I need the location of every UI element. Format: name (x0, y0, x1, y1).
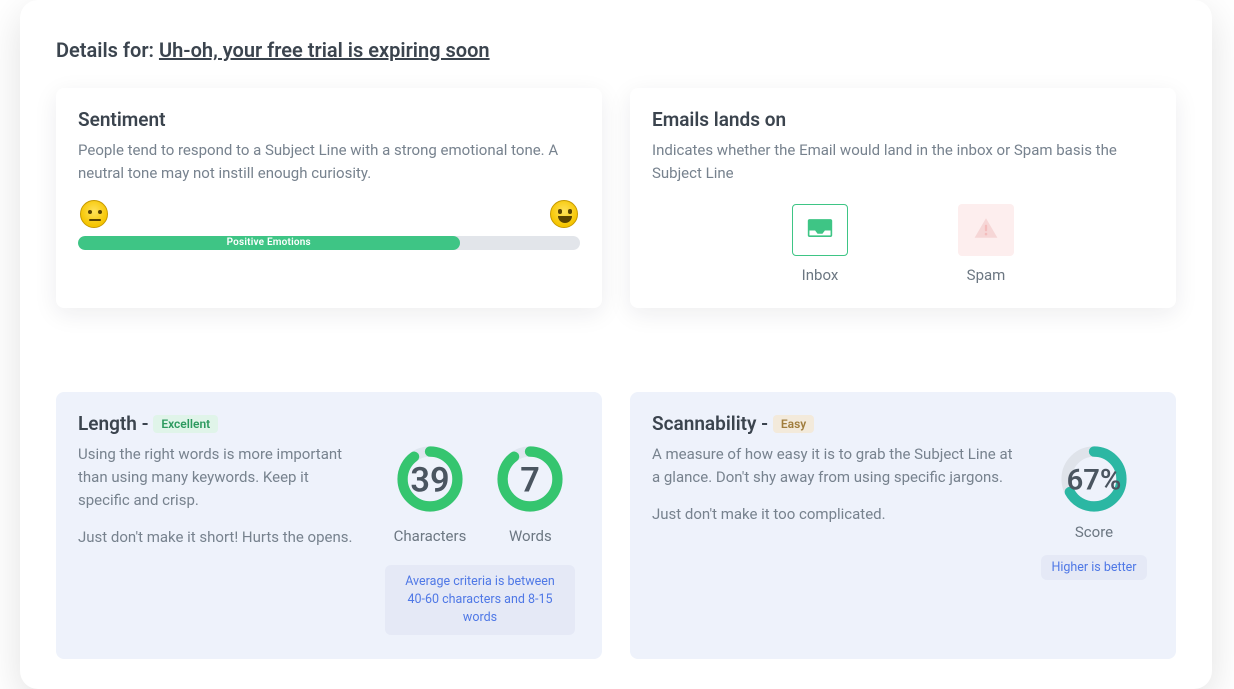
scannability-title: Scannability - Easy (652, 412, 1154, 435)
sentiment-emoji-row (78, 200, 580, 228)
lands-inbox-label: Inbox (792, 266, 848, 284)
scannability-text: A measure of how easy it is to grab the … (652, 443, 1014, 580)
score-donut-icon: 67% (1058, 443, 1130, 515)
score-value: 67% (1067, 463, 1122, 497)
lands-inbox: Inbox (792, 204, 848, 284)
length-title: Length - Excellent (78, 412, 580, 435)
scannability-badge: Easy (773, 415, 814, 433)
warning-triangle-icon (973, 216, 999, 244)
characters-donut-icon: 39 (394, 443, 466, 515)
scannability-note: Higher is better (1041, 555, 1146, 580)
neutral-face-icon (80, 200, 108, 228)
page-title: Details for: Uh-oh, your free trial is e… (56, 38, 1176, 62)
length-desc-2: Just don't make it short! Hurts the open… (78, 526, 362, 549)
subject-line-text: Uh-oh, your free trial is expiring soon (159, 38, 490, 62)
characters-value: 39 (410, 460, 449, 500)
sentiment-title: Sentiment (78, 108, 580, 131)
happy-face-icon (550, 200, 578, 228)
row-2: Length - Excellent Using the right words… (56, 392, 1176, 659)
lands-spam: Spam (958, 204, 1014, 284)
score-label: Score (1075, 523, 1113, 541)
row-1: Sentiment People tend to respond to a Su… (56, 88, 1176, 308)
scannability-desc-2: Just don't make it too complicated. (652, 503, 1014, 526)
lands-desc: Indicates whether the Email would land i… (652, 139, 1154, 186)
scannability-metric: 67% Score Higher is better (1034, 443, 1154, 580)
sentiment-bar-fill: Positive Emotions (78, 236, 460, 250)
length-badge: Excellent (153, 415, 218, 433)
sentiment-desc: People tend to respond to a Subject Line… (78, 139, 580, 186)
length-card: Length - Excellent Using the right words… (56, 392, 602, 659)
scannability-desc-1: A measure of how easy it is to grab the … (652, 443, 1014, 490)
lands-card: Emails lands on Indicates whether the Em… (630, 88, 1176, 308)
page-title-prefix: Details for: (56, 38, 154, 62)
words-donut-icon: 7 (494, 443, 566, 515)
characters-ring: 39 Characters (394, 443, 467, 545)
sentiment-bar-label: Positive Emotions (227, 237, 311, 248)
characters-label: Characters (394, 527, 467, 545)
words-label: Words (494, 527, 566, 545)
words-value: 7 (521, 460, 541, 500)
lands-title: Emails lands on (652, 108, 1154, 131)
sentiment-card: Sentiment People tend to respond to a Su… (56, 88, 602, 308)
length-text: Using the right words is more important … (78, 443, 362, 635)
length-desc-1: Using the right words is more important … (78, 443, 362, 513)
lands-options: Inbox Spam (652, 204, 1154, 284)
sentiment-bar: Positive Emotions (78, 236, 580, 250)
inbox-tile (792, 204, 848, 256)
scannability-title-prefix: Scannability - (652, 412, 768, 435)
inbox-icon (807, 217, 833, 243)
scannability-card: Scannability - Easy A measure of how eas… (630, 392, 1176, 659)
length-title-prefix: Length - (78, 412, 149, 435)
length-criteria-note: Average criteria is between 40-60 charac… (385, 565, 575, 635)
length-metrics: 39 Characters 7 Words (380, 443, 580, 635)
spam-tile (958, 204, 1014, 256)
lands-spam-label: Spam (958, 266, 1014, 284)
words-ring: 7 Words (494, 443, 566, 545)
details-panel: Details for: Uh-oh, your free trial is e… (20, 0, 1212, 689)
